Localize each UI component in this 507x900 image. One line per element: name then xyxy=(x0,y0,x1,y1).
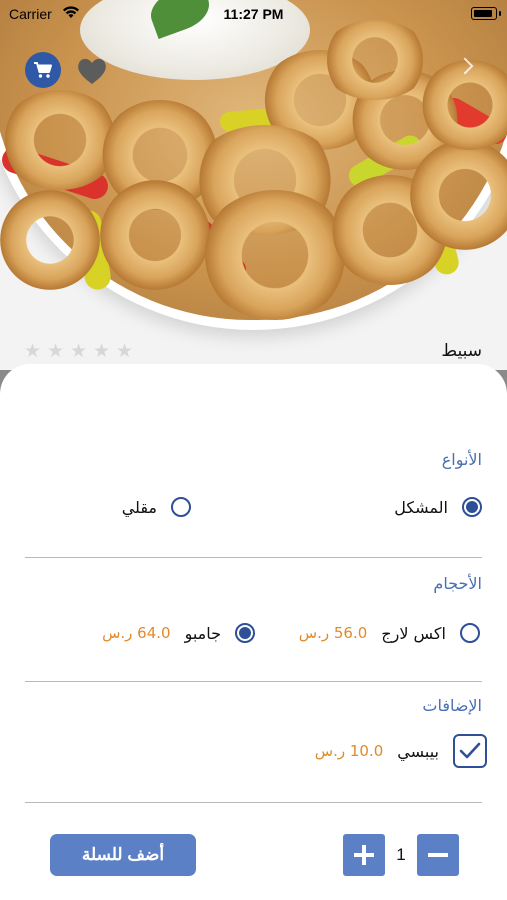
status-bar: Carrier 11:27 PM xyxy=(0,0,507,28)
battery-tip xyxy=(499,11,501,16)
option-size-jumbo[interactable]: جامبو 64.0 ر.س xyxy=(102,623,255,643)
option-size-xlarge[interactable]: اكس لارج 56.0 ر.س xyxy=(299,623,480,643)
divider xyxy=(25,681,482,682)
quantity-value: 1 xyxy=(396,845,406,864)
option-type-mixed[interactable]: المشكل xyxy=(394,497,482,517)
calamari-ring xyxy=(100,180,210,290)
increase-button[interactable] xyxy=(343,834,385,876)
heart-icon xyxy=(78,58,106,84)
star-icon: ★ xyxy=(116,340,134,362)
section-title-types: الأنواع xyxy=(441,450,482,469)
cart-icon xyxy=(34,62,52,78)
check-icon xyxy=(459,742,481,759)
option-price: 56.0 ر.س xyxy=(298,624,368,642)
status-time: 11:27 PM xyxy=(223,6,284,22)
add-to-cart-button[interactable]: أضف للسلة xyxy=(50,834,196,876)
option-label: جامبو xyxy=(184,623,221,643)
calamari-ring xyxy=(200,190,350,320)
product-image: Carrier 11:27 PM ★ ★ ★ ★ ★ سبيط xyxy=(0,0,507,370)
option-label: المشكل xyxy=(394,497,448,517)
calamari-ring xyxy=(0,190,100,290)
plus-icon xyxy=(354,845,374,865)
option-label: اكس لارج xyxy=(381,623,446,643)
extra-label: بيبسي xyxy=(397,741,439,761)
radio-button[interactable] xyxy=(171,497,191,517)
star-icon: ★ xyxy=(70,340,88,362)
star-icon: ★ xyxy=(24,340,42,362)
divider xyxy=(25,557,482,558)
radio-button[interactable] xyxy=(462,497,482,517)
minus-icon xyxy=(428,853,448,857)
radio-button[interactable] xyxy=(460,623,480,643)
extra-price: 10.0 ر.س xyxy=(314,742,384,760)
option-price: 64.0 ر.س xyxy=(102,624,171,642)
rating-stars: ★ ★ ★ ★ ★ xyxy=(24,342,135,361)
radio-button[interactable] xyxy=(235,623,255,643)
checkbox[interactable] xyxy=(453,734,487,768)
star-icon: ★ xyxy=(93,340,111,362)
option-type-fried[interactable]: مقلي xyxy=(122,497,191,517)
product-name: سبيط xyxy=(441,341,482,361)
quantity-stepper: 1 xyxy=(343,834,459,876)
extra-item-pepsi[interactable]: بيبسي 10.0 ر.س xyxy=(315,734,487,768)
favorite-button[interactable] xyxy=(76,56,108,86)
decrease-button[interactable] xyxy=(417,834,459,876)
option-label: مقلي xyxy=(121,497,157,517)
calamari-ring xyxy=(320,20,430,100)
section-title-extras: الإضافات xyxy=(422,696,482,715)
battery-icon xyxy=(471,7,497,20)
divider xyxy=(25,802,482,803)
section-title-sizes: الأحجام xyxy=(433,574,482,593)
star-icon: ★ xyxy=(47,340,65,362)
cart-button[interactable] xyxy=(25,52,61,88)
